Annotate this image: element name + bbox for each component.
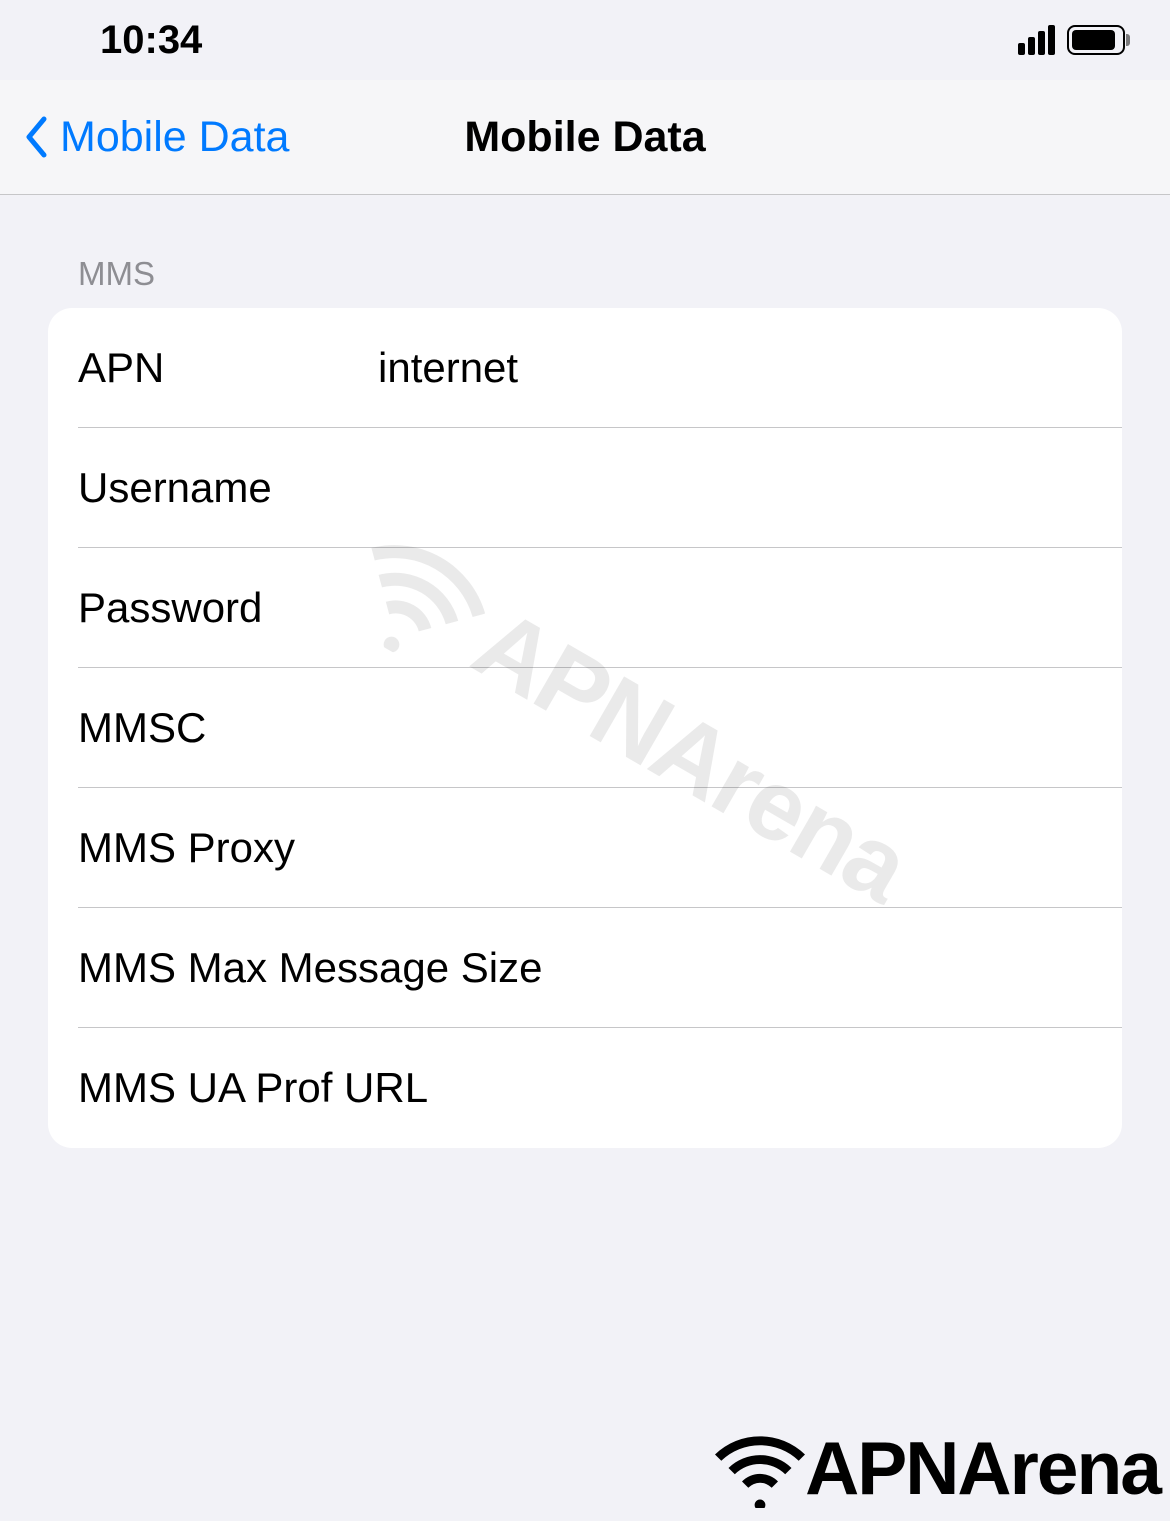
settings-group-mms: APN Username Password MMSC MMS Proxy MMS… [48,308,1122,1148]
settings-row-username[interactable]: Username [48,428,1122,548]
row-label: Username [78,464,378,512]
status-time: 10:34 [100,18,202,63]
apn-input[interactable] [378,344,1092,392]
chevron-left-icon [20,112,52,162]
row-label: APN [78,344,378,392]
mms-max-size-input[interactable] [551,944,1092,992]
back-label: Mobile Data [60,113,289,162]
row-label: MMS Proxy [78,824,378,872]
cellular-signal-icon [1018,25,1055,55]
wifi-icon [715,1428,805,1508]
row-label: MMS UA Prof URL [78,1064,551,1112]
mmsc-input[interactable] [378,704,1092,752]
battery-icon [1067,25,1130,55]
row-label: Password [78,584,378,632]
settings-row-mms-max-size[interactable]: MMS Max Message Size [48,908,1122,1028]
username-input[interactable] [378,464,1092,512]
settings-row-apn[interactable]: APN [48,308,1122,428]
back-button[interactable]: Mobile Data [0,112,289,162]
content-area: MMS APN Username Password MMSC MMS Proxy [0,195,1170,1148]
row-label: MMSC [78,704,378,752]
settings-row-mms-ua-prof[interactable]: MMS UA Prof URL [48,1028,1122,1148]
footer-brand: APNArena [705,1415,1170,1521]
navigation-bar: Mobile Data Mobile Data [0,80,1170,195]
mms-ua-prof-input[interactable] [551,1064,1092,1112]
settings-row-password[interactable]: Password [48,548,1122,668]
mms-proxy-input[interactable] [378,824,1092,872]
brand-text: APNArena [805,1425,1160,1511]
section-header-mms: MMS [48,195,1122,308]
row-label: MMS Max Message Size [78,944,551,992]
page-title: Mobile Data [464,113,705,162]
password-input[interactable] [378,584,1092,632]
settings-row-mmsc[interactable]: MMSC [48,668,1122,788]
status-bar: 10:34 [0,0,1170,80]
settings-row-mms-proxy[interactable]: MMS Proxy [48,788,1122,908]
status-indicators [1018,25,1130,55]
